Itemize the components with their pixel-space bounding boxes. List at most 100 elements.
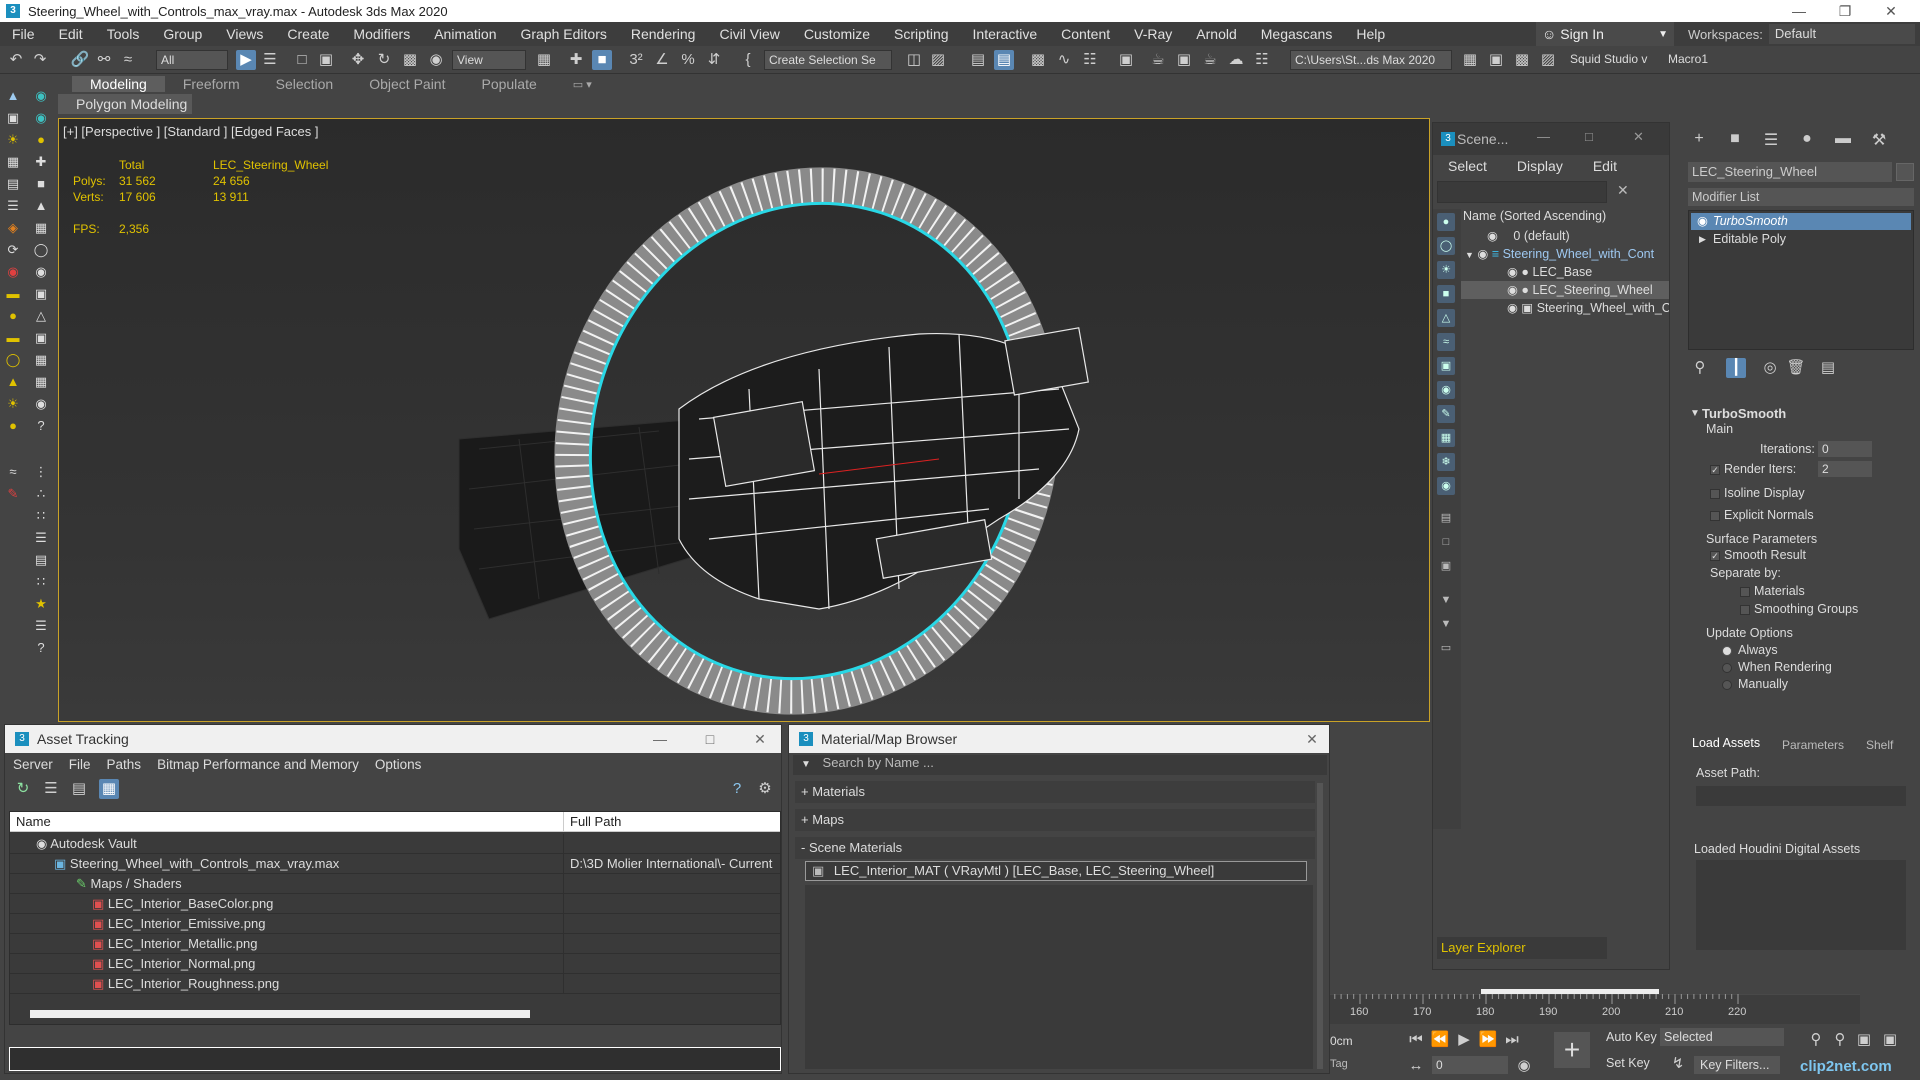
cluster-icon[interactable]: ∷ [32,508,50,524]
layer-explorer-select[interactable]: Layer Explorer [1437,937,1607,959]
filter-shapes-icon[interactable]: ◯ [1437,237,1455,255]
project-path-select[interactable]: C:\Users\St...ds Max 2020 [1290,50,1452,70]
create-icon[interactable]: ◉ [32,88,50,104]
layer-explorer-icon[interactable]: ▤ [994,50,1014,70]
asset-menu-file[interactable]: File [61,757,99,772]
help-icon[interactable]: ? [727,779,747,799]
filter-cameras-icon[interactable]: ■ [1437,285,1455,303]
section-materials[interactable]: + Materials [795,781,1315,803]
save-icon[interactable]: ▣ [1486,50,1506,70]
sun-icon[interactable]: ☀ [4,396,22,412]
select-manipulate-icon[interactable]: ✚ [566,50,586,70]
smooth-result-checkbox[interactable]: ✓ [1710,551,1720,561]
always-radio[interactable] [1722,646,1732,656]
tab-modeling[interactable]: Modeling [72,76,165,92]
list-item[interactable]: ◉ ▣ Steering_Wheel_with_C [1461,299,1669,317]
zoom-all-icon[interactable]: ⚲ [1830,1030,1850,1050]
goto-end-icon[interactable]: ⏭ [1502,1030,1522,1050]
restore-icon[interactable]: ❐ [1822,0,1868,22]
scene-column-header[interactable]: Name (Sorted Ascending) [1461,207,1669,225]
key-set-select[interactable]: Selected [1660,1028,1784,1046]
menu-views[interactable]: Views [214,26,275,42]
filter-geometry-icon[interactable]: ● [1437,213,1455,231]
helper-icon[interactable]: ✚ [32,154,50,170]
materials-checkbox[interactable] [1740,587,1750,597]
eye-icon[interactable]: ◉ [1507,301,1518,315]
eye-icon[interactable]: ◉ [1487,229,1498,243]
scene-explorer-icon[interactable]: ▤ [968,50,988,70]
place-icon[interactable]: ◉ [426,50,446,70]
filter-spacewarps-icon[interactable]: ≈ [1437,333,1455,351]
window-crossing-icon[interactable]: ▣ [316,50,336,70]
object-color-swatch[interactable] [1896,163,1914,181]
ribbon-toggle-icon[interactable]: ▩ [1028,50,1048,70]
close-icon[interactable]: ✕ [1297,725,1327,753]
list-item[interactable]: ◉ 0 (default) [1461,227,1669,245]
menu-civil-view[interactable]: Civil View [707,26,791,42]
set-key-button[interactable]: Set Key [1606,1056,1650,1070]
rollout-title[interactable]: TurboSmooth [1702,406,1786,421]
next-frame-icon[interactable]: ⏩ [1478,1030,1498,1050]
sphere-icon[interactable]: ● [4,308,22,324]
hierarchy-tab-icon[interactable]: ☰ [1760,130,1782,150]
key-tangent-icon[interactable]: ↯ [1668,1054,1688,1074]
table-row[interactable]: ◉ Autodesk Vault [10,834,780,854]
import-icon[interactable]: ▩ [1512,50,1532,70]
steering-wheel-model[interactable] [59,119,1431,723]
funnel-icon[interactable]: ▼ [1437,591,1455,609]
eye-icon[interactable]: ◉ [1477,247,1488,261]
loaded-assets-list[interactable] [1696,860,1906,950]
dynamics-icon[interactable]: ⟳ [4,242,22,258]
axis-icon[interactable]: ≈ [4,464,22,480]
explicit-normals-checkbox[interactable] [1710,511,1720,521]
prev-frame-icon[interactable]: ⏪ [1430,1030,1450,1050]
collapse-icon[interactable]: ▼ [1690,408,1700,419]
selection-filter-select[interactable]: All [156,50,228,70]
table-row[interactable]: ✎ Maps / Shaders [10,874,780,894]
asset-path-input[interactable] [1696,786,1906,806]
object-name-field[interactable]: LEC_Steering_Wheel [1688,162,1892,182]
redo-icon[interactable]: ↷ [30,50,50,70]
goto-start-icon[interactable]: ⏮ [1406,1030,1426,1050]
menu-arnold[interactable]: Arnold [1184,26,1248,42]
menu-tools[interactable]: Tools [95,26,152,42]
menu-file[interactable]: File [0,26,47,42]
key-filters-button[interactable]: Key Filters... [1694,1056,1780,1074]
settings-icon[interactable]: ⚙ [755,779,775,799]
smoothing-groups-checkbox[interactable] [1740,605,1750,615]
export-icon[interactable]: ▨ [1538,50,1558,70]
align-icon[interactable]: ▨ [928,50,948,70]
tree-icon[interactable]: ∷ [32,574,50,590]
table-row[interactable]: ▣ LEC_Interior_Normal.png [10,954,780,974]
time-config-icon[interactable]: ↔ [1406,1056,1426,1076]
restore-icon[interactable]: □ [1585,129,1593,144]
spinner-snap-icon[interactable]: ⇵ [704,50,724,70]
pivot-icon[interactable]: ▦ [534,50,554,70]
tab-load-assets[interactable]: Load Assets [1692,736,1760,750]
reference-coord-select[interactable]: View [452,50,526,70]
material-search-input[interactable]: Search by Name ... [823,755,934,770]
filter-hidden-icon[interactable]: ◉ [1437,477,1455,495]
rotate-icon[interactable]: ↻ [374,50,394,70]
menu-group[interactable]: Group [151,26,214,42]
perspective-viewport[interactable]: [+] [Perspective ] [Standard ] [Edged Fa… [58,118,1430,722]
menu-vray[interactable]: V-Ray [1122,26,1184,42]
bind-space-warp-icon[interactable]: ≈ [118,50,138,70]
mirror-icon[interactable]: ◫ [904,50,924,70]
layers-icon[interactable]: ▤ [32,552,50,568]
zoom-extents-all-icon[interactable]: ▣ [1880,1030,1900,1050]
utilities-tab-icon[interactable]: ⚒ [1868,130,1890,150]
shape-icon[interactable]: ▤ [4,176,22,192]
menu-interactive[interactable]: Interactive [961,26,1050,42]
workspaces-select[interactable]: Default [1768,24,1915,44]
container-icon[interactable]: ▣ [4,110,22,126]
spacewarp-icon[interactable]: ☰ [4,198,22,214]
polygon-modeling-panel[interactable]: Polygon Modeling [58,94,192,114]
asset-menu-bitmap[interactable]: Bitmap Performance and Memory [149,757,367,772]
frame-icon[interactable]: ▦ [32,352,50,368]
light-icon[interactable]: ☀ [4,132,22,148]
menu-customize[interactable]: Customize [792,26,882,42]
folder-icon[interactable]: ▭ [1437,639,1455,657]
menu-graph-editors[interactable]: Graph Editors [508,26,618,42]
compound-icon[interactable]: ▦ [32,220,50,236]
